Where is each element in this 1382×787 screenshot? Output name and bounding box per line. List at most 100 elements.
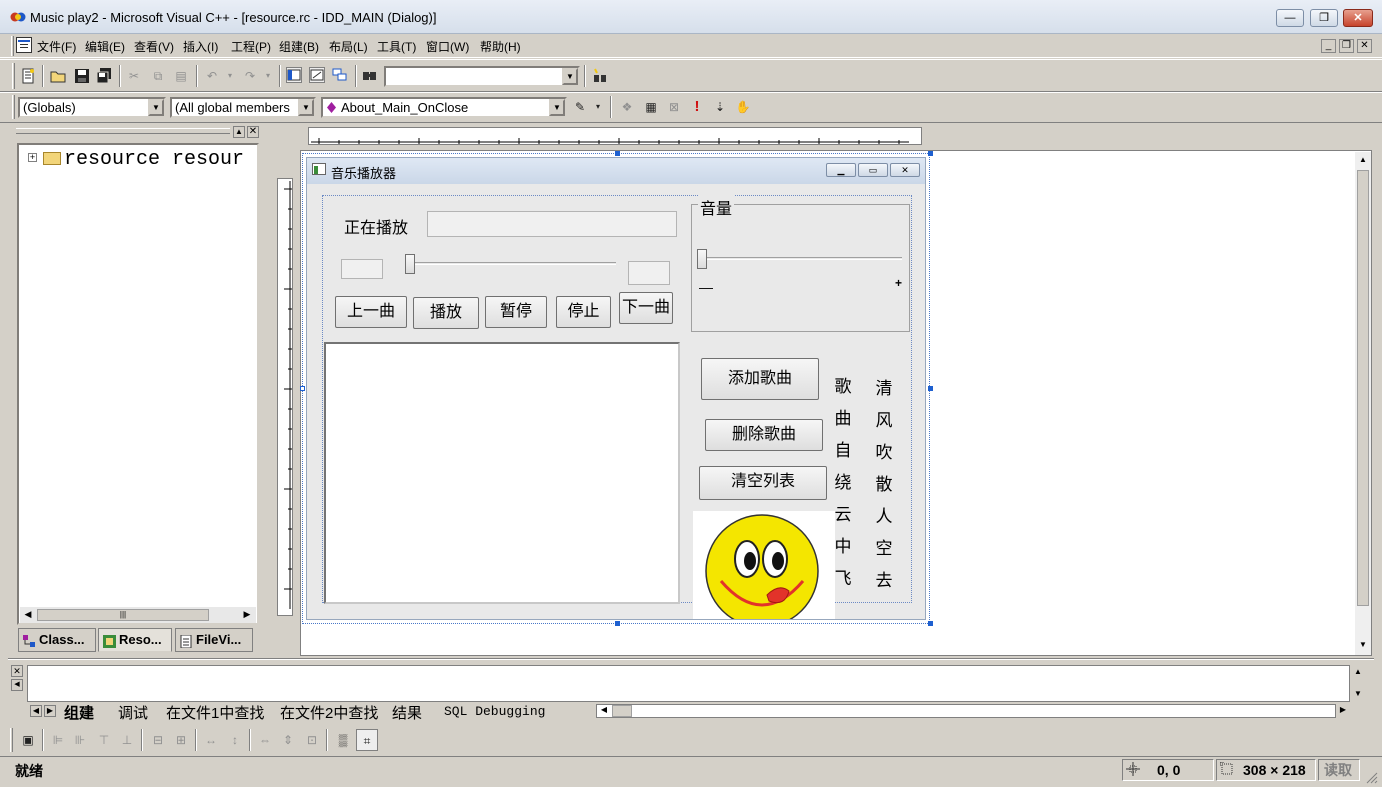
menu-tools[interactable]: 工具(T)	[377, 38, 416, 55]
output-close-icon[interactable]: ✕	[11, 665, 23, 677]
tab-scroll-left-icon[interactable]: ◀	[30, 705, 42, 717]
visual-cpp-app-icon[interactable]	[10, 10, 26, 24]
output-scroll-thumb[interactable]	[612, 705, 632, 717]
menu-file[interactable]: 文件(F)	[37, 38, 76, 55]
align-right-icon[interactable]: ⊪	[72, 732, 88, 748]
redo-dropdown-icon[interactable]: ▾	[260, 68, 276, 84]
document-system-menu-icon[interactable]	[16, 37, 32, 53]
output-text-area[interactable]	[27, 665, 1350, 702]
build-icon[interactable]: ▦	[643, 99, 659, 115]
now-playing-field[interactable]	[427, 211, 677, 237]
close-button[interactable]: ✕	[1343, 9, 1373, 27]
menu-view[interactable]: 查看(V)	[134, 38, 174, 55]
mdi-restore-button[interactable]: ❐	[1339, 39, 1354, 53]
align-left-icon[interactable]: ⊫	[50, 732, 66, 748]
center-horizontal-icon[interactable]: ⊞	[173, 732, 189, 748]
workspace-collapse-icon[interactable]: ▲	[233, 126, 245, 138]
scroll-down-icon[interactable]: ▼	[1357, 640, 1369, 652]
add-song-button[interactable]: 添加歌曲	[701, 358, 819, 400]
output-splitter[interactable]	[8, 658, 1374, 660]
playlist-listbox[interactable]	[324, 342, 680, 604]
dialog-minimize-button[interactable]: ▁	[826, 163, 856, 177]
space-down-icon[interactable]: ↕	[227, 732, 243, 748]
play-button[interactable]: 播放	[413, 297, 479, 329]
menu-project[interactable]: 工程(P)	[231, 38, 271, 55]
next-track-button[interactable]: 下一曲	[619, 292, 673, 324]
clear-list-button[interactable]: 清空列表	[699, 466, 827, 500]
tab-classview[interactable]: Class...	[18, 628, 96, 652]
output-icon[interactable]	[309, 67, 325, 83]
save-all-icon[interactable]	[96, 68, 112, 84]
toolbar-grip[interactable]	[10, 728, 13, 752]
scroll-right-icon[interactable]: ▶	[241, 609, 253, 621]
same-size-icon[interactable]: ⊡	[304, 732, 320, 748]
mdi-close-button[interactable]: ✕	[1357, 39, 1372, 53]
menu-window[interactable]: 窗口(W)	[426, 38, 469, 55]
output-horizontal-scrollbar[interactable]	[596, 704, 1336, 718]
prev-track-button[interactable]: 上一曲	[335, 296, 407, 328]
vertical-ruler[interactable]	[277, 178, 293, 616]
stop-button[interactable]: 停止	[556, 296, 611, 328]
search-icon[interactable]	[592, 68, 608, 84]
output-tab-build[interactable]: 组建	[64, 702, 94, 723]
dialog-maximize-button[interactable]: ▭	[858, 163, 888, 177]
output-tab-find2[interactable]: 在文件2中查找	[280, 702, 378, 723]
tree-root-label[interactable]: resource resour	[64, 148, 244, 171]
workspace-icon[interactable]	[286, 67, 302, 83]
menu-edit[interactable]: 编辑(E)	[85, 38, 125, 55]
resource-tree-view[interactable]	[17, 143, 259, 625]
elapsed-time-field[interactable]	[341, 259, 383, 279]
editor-scroll-thumb[interactable]	[1357, 170, 1369, 606]
output-scroll-left-icon[interactable]: ◀	[598, 705, 610, 717]
resize-handle-bottom-right[interactable]	[928, 621, 933, 626]
scroll-up-icon[interactable]: ▲	[1357, 155, 1369, 167]
toggle-grid-icon[interactable]: ▒	[335, 732, 351, 748]
output-tab-sql-debugging[interactable]: SQL Debugging	[444, 704, 545, 719]
dialog-close-button[interactable]: ✕	[890, 163, 920, 177]
menubar-grip[interactable]	[11, 36, 14, 56]
same-width-icon[interactable]: ⇔	[257, 732, 273, 748]
resize-handle-right[interactable]	[928, 386, 933, 391]
scroll-thumb[interactable]: |||	[37, 609, 209, 621]
same-height-icon[interactable]: ⇕	[280, 732, 296, 748]
scroll-left-icon[interactable]: ◀	[22, 609, 34, 621]
window-list-icon[interactable]	[332, 68, 348, 84]
progress-slider-thumb[interactable]	[405, 254, 415, 274]
resize-handle-top[interactable]	[615, 151, 620, 156]
toolbar-grip[interactable]	[12, 95, 15, 119]
undo-icon[interactable]: ↶	[204, 68, 220, 84]
members-combo-dropdown-icon[interactable]: ▼	[298, 99, 314, 116]
output-tab-results[interactable]: 结果	[392, 702, 422, 723]
wizard-dropdown-icon[interactable]: ▾	[590, 99, 606, 115]
class-combo[interactable]: (Globals)	[18, 97, 166, 118]
find-combo[interactable]	[384, 66, 580, 87]
resize-handle-top-right[interactable]	[928, 151, 933, 156]
center-vertical-icon[interactable]: ⊟	[150, 732, 166, 748]
delete-song-button[interactable]: 删除歌曲	[705, 419, 823, 451]
go-icon[interactable]: ⇣	[712, 99, 728, 115]
function-combo-dropdown-icon[interactable]: ▼	[549, 99, 565, 116]
stop-build-icon[interactable]: ⊠	[666, 99, 682, 115]
tree-expand-icon[interactable]: +	[28, 153, 37, 162]
output-scroll-up-icon[interactable]: ▲	[1352, 667, 1364, 679]
redo-icon[interactable]: ↷	[242, 68, 258, 84]
copy-icon[interactable]: ⧉	[150, 68, 166, 84]
total-time-field[interactable]	[628, 261, 670, 285]
execute-icon[interactable]: !	[689, 99, 705, 115]
menu-help[interactable]: 帮助(H)	[480, 38, 521, 55]
tab-resourceview[interactable]: Reso...	[98, 628, 172, 652]
menu-insert[interactable]: 插入(I)	[183, 38, 218, 55]
output-collapse-icon[interactable]: ◀	[11, 679, 23, 691]
align-top-icon[interactable]: ⊤	[96, 732, 112, 748]
output-tab-find1[interactable]: 在文件1中查找	[166, 702, 264, 723]
pause-button[interactable]: 暂停	[485, 296, 547, 328]
cut-icon[interactable]: ✂	[126, 68, 142, 84]
workspace-close-icon[interactable]: ✕	[247, 126, 259, 138]
members-combo[interactable]: (All global members	[170, 97, 316, 118]
output-scroll-down-icon[interactable]: ▼	[1352, 689, 1364, 701]
find-combo-dropdown-icon[interactable]: ▼	[562, 68, 578, 85]
open-folder-icon[interactable]	[50, 68, 66, 84]
undo-dropdown-icon[interactable]: ▾	[222, 68, 238, 84]
resize-handle-left[interactable]	[300, 386, 305, 391]
workspace-grip[interactable]	[16, 128, 230, 134]
